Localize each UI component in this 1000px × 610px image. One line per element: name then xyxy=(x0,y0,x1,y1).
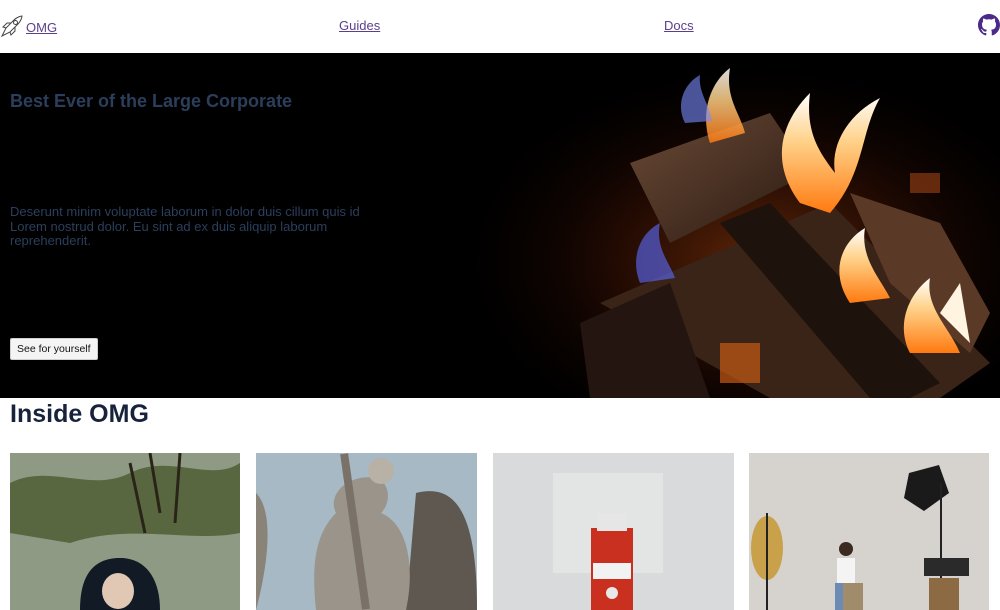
photo-studio-image xyxy=(749,453,989,610)
hero-banner: Best Ever of the Large Corporate Deserun… xyxy=(0,53,1000,398)
hero-title: Best Ever of the Large Corporate xyxy=(10,91,293,111)
hooded-person-image xyxy=(10,453,240,610)
card-statue[interactable] xyxy=(256,453,477,610)
brand-label: OMG xyxy=(26,20,58,35)
card-grapefruit-bottle[interactable] xyxy=(493,453,734,610)
campfire-image xyxy=(470,53,1000,398)
nav-link-docs[interactable]: Docs xyxy=(664,18,694,33)
brand-link[interactable]: OMG xyxy=(0,14,57,41)
grapefruit-bottle-image xyxy=(493,453,734,610)
top-nav: OMG Guides Docs xyxy=(0,0,1000,53)
hero-description: Deserunt minim voluptate laborum in dolo… xyxy=(10,204,360,248)
nav-link-guides[interactable]: Guides xyxy=(339,18,380,33)
rocket-icon xyxy=(0,14,24,41)
card-hooded-person[interactable] xyxy=(10,453,240,610)
statue-image xyxy=(256,453,477,610)
see-for-yourself-button[interactable]: See for yourself xyxy=(10,338,98,360)
github-icon[interactable] xyxy=(978,14,1000,36)
section-title: Inside OMG xyxy=(10,400,149,428)
card-photo-studio[interactable] xyxy=(749,453,989,610)
